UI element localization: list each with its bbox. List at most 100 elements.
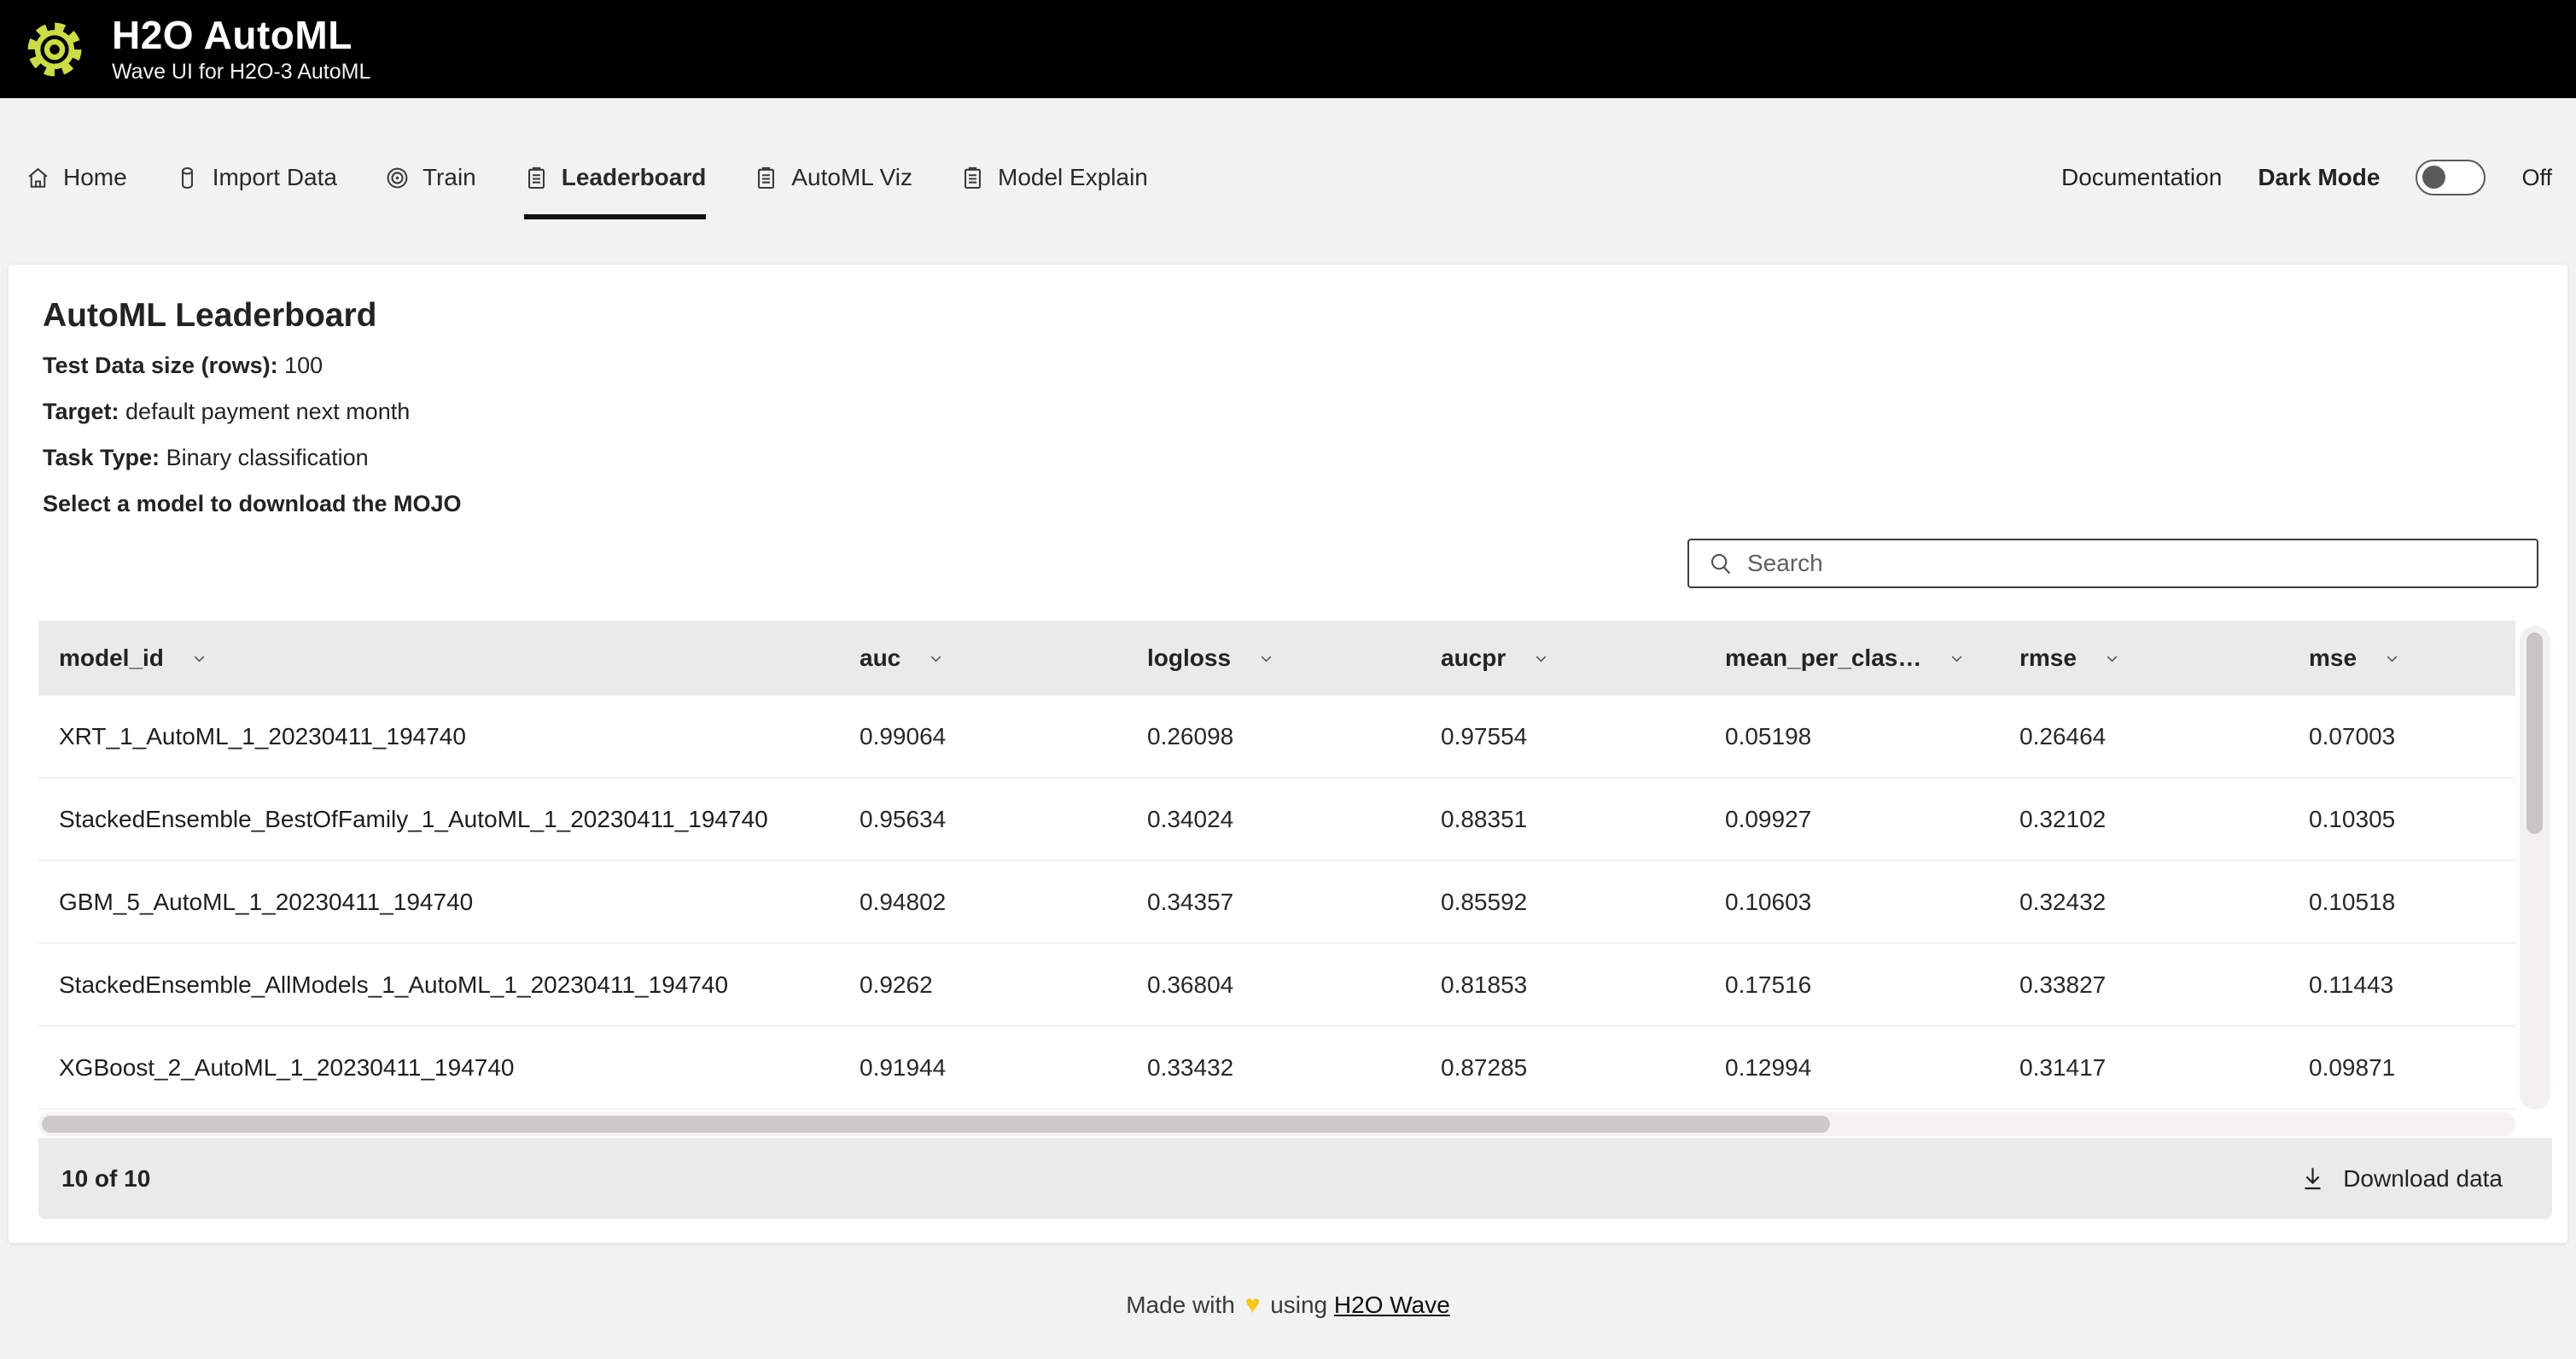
cell-logloss: 0.36804 — [1127, 971, 1420, 999]
page-title: AutoML Leaderboard — [43, 297, 376, 335]
cell-mse: 0.09871 — [2288, 1054, 2515, 1082]
column-label: rmse — [2019, 645, 2077, 672]
nav-item-train[interactable]: Train — [385, 158, 476, 197]
column-header-rmse[interactable]: rmse — [1999, 645, 2288, 672]
app-title: H2O AutoML — [112, 14, 370, 57]
column-label: mean_per_clas… — [1725, 645, 1921, 672]
nav-item-automl-viz[interactable]: AutoML Viz — [754, 158, 912, 197]
page-footer: Made with ♥ using H2O Wave — [0, 1291, 2576, 1320]
h2o-wave-link[interactable]: H2O Wave — [1334, 1292, 1450, 1318]
column-header-logloss[interactable]: logloss — [1127, 645, 1420, 672]
nav-item-model-explain[interactable]: Model Explain — [960, 158, 1148, 197]
cell-mean-per-class-error: 0.09927 — [1705, 806, 1999, 833]
leaderboard-table: model_id auc logloss aucpr mean_per_clas… — [38, 621, 2552, 1136]
cell-aucpr: 0.88351 — [1420, 806, 1705, 833]
cell-model-id: GBM_5_AutoML_1_20230411_194740 — [38, 889, 839, 916]
cell-rmse: 0.32102 — [1999, 806, 2288, 833]
made-with-text: Made with — [1126, 1292, 1235, 1318]
chevron-down-icon[interactable] — [2382, 649, 2402, 668]
meta-task-type: Task Type: Binary classification — [43, 445, 369, 471]
cell-mean-per-class-error: 0.10603 — [1705, 889, 1999, 916]
meta-value: 100 — [284, 353, 323, 378]
target-icon — [385, 166, 410, 190]
meta-value: default payment next month — [125, 399, 410, 424]
gear-logo-icon — [20, 15, 90, 85]
nav-item-home[interactable]: Home — [26, 158, 127, 197]
chevron-down-icon[interactable] — [1256, 649, 1276, 668]
nav-item-label: Home — [63, 164, 127, 191]
cell-mse: 0.10518 — [2288, 889, 2515, 916]
chevron-down-icon[interactable] — [1531, 649, 1551, 668]
documentation-link[interactable]: Documentation — [2061, 164, 2222, 191]
cell-logloss: 0.34357 — [1127, 889, 1420, 916]
column-label: auc — [860, 645, 900, 672]
nav-item-label: Model Explain — [998, 164, 1148, 191]
horizontal-scrollbar-thumb[interactable] — [42, 1116, 1830, 1133]
meta-value: Binary classification — [166, 445, 369, 470]
select-model-prompt: Select a model to download the MOJO — [43, 491, 462, 517]
dark-mode-state: Off — [2521, 165, 2552, 191]
cell-mse: 0.07003 — [2288, 723, 2515, 750]
cell-logloss: 0.34024 — [1127, 806, 1420, 833]
cell-mean-per-class-error: 0.17516 — [1705, 971, 1999, 999]
nav-item-import-data[interactable]: Import Data — [175, 158, 337, 197]
cell-aucpr: 0.87285 — [1420, 1054, 1705, 1082]
home-icon — [26, 166, 50, 190]
meta-target: Target: default payment next month — [43, 399, 410, 425]
nav-item-label: AutoML Viz — [791, 164, 912, 191]
chevron-down-icon[interactable] — [2102, 649, 2122, 668]
vertical-scrollbar-thumb[interactable] — [2526, 633, 2543, 834]
column-label: mse — [2309, 645, 2357, 672]
table-row[interactable]: StackedEnsemble_AllModels_1_AutoML_1_202… — [38, 944, 2515, 1027]
column-header-mean-per-class-error[interactable]: mean_per_clas… — [1705, 645, 1999, 672]
column-label: aucpr — [1441, 645, 1506, 672]
cell-aucpr: 0.97554 — [1420, 723, 1705, 750]
table-row[interactable]: XGBoost_2_AutoML_1_20230411_194740 0.919… — [38, 1027, 2515, 1110]
cell-aucpr: 0.81853 — [1420, 971, 1705, 999]
cell-rmse: 0.33827 — [1999, 971, 2288, 999]
using-text: using — [1270, 1292, 1327, 1318]
chevron-down-icon[interactable] — [189, 649, 209, 668]
cell-logloss: 0.26098 — [1127, 723, 1420, 750]
app-header: H2O AutoML Wave UI for H2O-3 AutoML — [0, 0, 2576, 98]
column-label: model_id — [59, 645, 164, 672]
chevron-down-icon[interactable] — [1947, 649, 1967, 668]
table-row[interactable]: XRT_1_AutoML_1_20230411_194740 0.99064 0… — [38, 696, 2515, 779]
column-header-auc[interactable]: auc — [839, 645, 1127, 672]
nav-item-leaderboard[interactable]: Leaderboard — [524, 158, 707, 197]
search-input[interactable] — [1747, 540, 2537, 586]
chevron-down-icon[interactable] — [926, 649, 946, 668]
table-header-row: model_id auc logloss aucpr mean_per_clas… — [38, 621, 2515, 696]
nav-bar: Home Import Data Train Leaderboard — [0, 98, 2576, 228]
column-header-model-id[interactable]: model_id — [38, 645, 839, 672]
vertical-scrollbar[interactable] — [2520, 626, 2550, 1110]
heart-icon: ♥ — [1242, 1291, 1264, 1319]
cell-auc: 0.99064 — [839, 723, 1127, 750]
cell-auc: 0.91944 — [839, 1054, 1127, 1082]
nav-item-label: Import Data — [213, 164, 337, 191]
cell-mse: 0.10305 — [2288, 806, 2515, 833]
meta-test-data-size: Test Data size (rows): 100 — [43, 353, 323, 379]
database-icon — [175, 166, 200, 190]
meta-label: Target: — [43, 399, 119, 424]
cell-model-id: StackedEnsemble_AllModels_1_AutoML_1_202… — [38, 971, 839, 999]
cell-auc: 0.9262 — [839, 971, 1127, 999]
download-icon — [2299, 1165, 2326, 1192]
toggle-knob — [2422, 166, 2445, 189]
column-header-aucpr[interactable]: aucpr — [1420, 645, 1705, 672]
column-label: logloss — [1147, 645, 1231, 672]
table-row[interactable]: GBM_5_AutoML_1_20230411_194740 0.94802 0… — [38, 861, 2515, 944]
table-row[interactable]: StackedEnsemble_BestOfFamily_1_AutoML_1_… — [38, 779, 2515, 861]
download-data-button[interactable]: Download data — [2299, 1165, 2503, 1193]
dark-mode-toggle[interactable] — [2416, 160, 2486, 195]
dark-mode-label: Dark Mode — [2258, 164, 2380, 191]
search-icon — [1708, 551, 1734, 576]
clipboard-list-icon — [524, 166, 549, 190]
table-body: XRT_1_AutoML_1_20230411_194740 0.99064 0… — [38, 696, 2515, 1110]
download-data-label: Download data — [2343, 1165, 2503, 1193]
search-box — [1687, 539, 2538, 588]
column-header-mse[interactable]: mse — [2288, 645, 2515, 672]
cell-rmse: 0.31417 — [1999, 1054, 2288, 1082]
meta-label: Task Type: — [43, 445, 160, 470]
horizontal-scrollbar[interactable] — [38, 1112, 2515, 1136]
